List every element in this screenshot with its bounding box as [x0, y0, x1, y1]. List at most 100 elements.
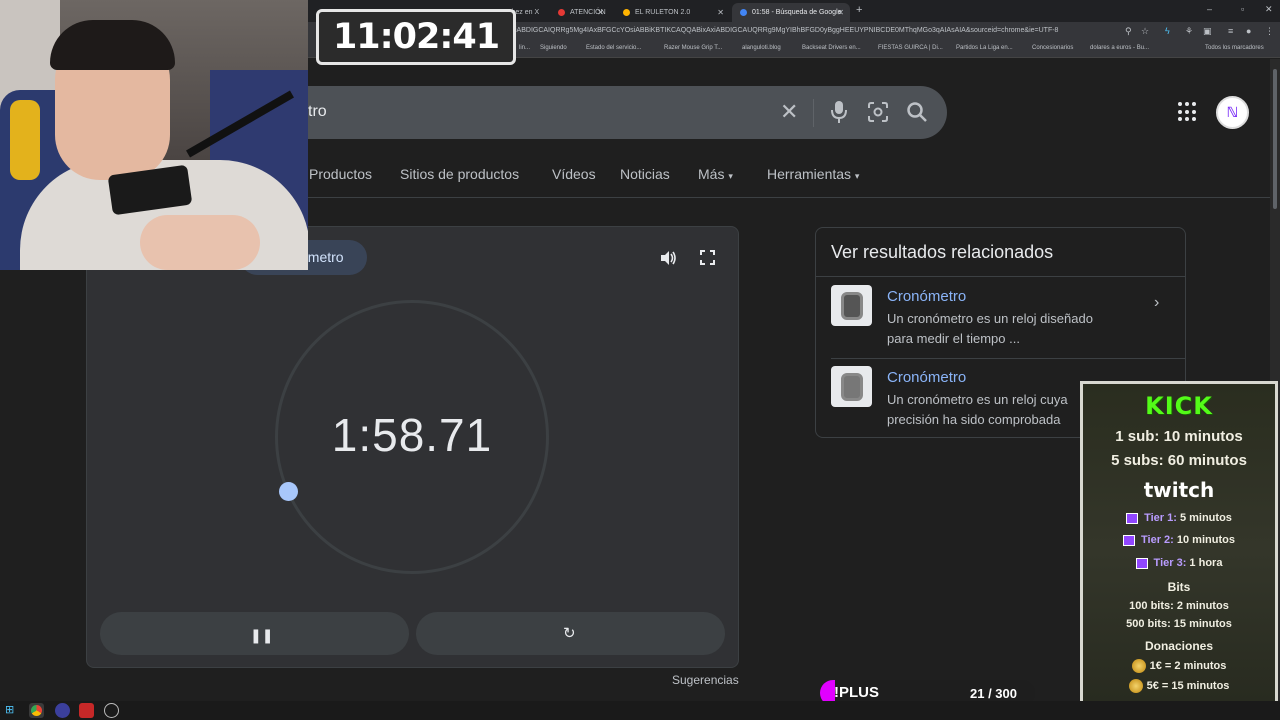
microphone-icon[interactable] [830, 101, 848, 123]
twitch-icon [1135, 557, 1148, 569]
tab-atencion[interactable]: ATENCIÓN ✕ [550, 3, 610, 22]
tab-productos[interactable]: Productos [309, 166, 372, 182]
tab-videos[interactable]: Vídeos [552, 166, 596, 182]
hand [140, 215, 260, 270]
divider [813, 99, 814, 127]
bookmark[interactable]: lin... [519, 45, 530, 51]
windows-start-icon[interactable]: ⊞ [5, 703, 20, 718]
donation-rule: 1€ = 2 minutos [1083, 659, 1275, 673]
bits-rule: 100 bits: 2 minutos [1129, 600, 1229, 612]
avatar-logo-icon: ℕ [1226, 104, 1239, 120]
extension-icon[interactable]: ⚘ [1185, 26, 1193, 37]
reset-button[interactable]: ↻ [416, 612, 725, 655]
scrollbar-thumb[interactable] [1273, 69, 1277, 209]
chevron-down-icon: ▾ [728, 171, 733, 181]
app-icon[interactable] [79, 703, 94, 718]
bookmark[interactable]: Concesionarios [1032, 45, 1073, 51]
profile-icon[interactable]: ● [1246, 26, 1251, 36]
discord-icon[interactable] [55, 703, 70, 718]
tab-mas[interactable]: Más ▾ [698, 166, 733, 182]
fullscreen-icon[interactable] [700, 250, 715, 265]
search-icon[interactable] [906, 101, 928, 123]
maximize-icon[interactable]: ▫ [1241, 4, 1244, 14]
twitch-logo: twitch [1143, 478, 1215, 502]
goal-label: !PLUS [834, 684, 879, 701]
close-icon[interactable]: ✕ [597, 8, 604, 17]
google-lens-icon[interactable] [868, 102, 888, 122]
tab-favicon-icon [558, 9, 565, 16]
chevron-right-icon[interactable]: › [1154, 294, 1159, 312]
divider [831, 358, 1186, 359]
donations-title: Donaciones [1144, 639, 1213, 653]
chrome-icon[interactable] [29, 703, 44, 718]
windows-taskbar: ⊞ [0, 701, 1280, 720]
extensions-puzzle-icon[interactable]: ▣ [1203, 26, 1212, 37]
tab-sitios-de-productos[interactable]: Sitios de productos [400, 166, 519, 182]
media-icon[interactable]: ≡ [1228, 26, 1233, 36]
url-field[interactable]: iABDIGCAIQRRg5Mg4IAxBFGCcYOsiABBiKBTIKCA… [515, 27, 1058, 34]
coin-icon [1131, 659, 1146, 673]
google-apps-icon[interactable] [1178, 102, 1198, 122]
tab-noticias[interactable]: Noticias [620, 166, 670, 182]
extension-icon[interactable]: ϟ [1165, 26, 1170, 36]
goal-count: 21 / 300 [970, 686, 1017, 701]
bookmark[interactable]: Partidos La Liga en... [956, 45, 1013, 51]
tab-herramientas[interactable]: Herramientas ▾ [767, 166, 859, 182]
pause-button[interactable]: ❚❚ [100, 612, 409, 655]
sound-icon[interactable] [659, 249, 677, 267]
tier-rule: Tier 3: 1 hora [1083, 557, 1275, 569]
kick-rule: 1 sub: 10 minutos [1115, 428, 1243, 445]
kick-logo: KICK [1145, 392, 1213, 420]
bookmark[interactable]: alanguloti.blog [742, 45, 781, 51]
clock-icon[interactable] [104, 703, 119, 718]
bookmark[interactable]: Backseat Drivers en... [802, 45, 861, 51]
close-icon[interactable]: ✕ [717, 8, 724, 17]
bookmark[interactable]: FIESTAS GUIRCA | Di... [878, 45, 943, 51]
stopwatch-progress-knob [279, 482, 298, 501]
donation-rule: 5€ = 15 minutos [1083, 679, 1275, 693]
bits-rule: 500 bits: 15 minutos [1126, 618, 1232, 630]
tier-rule: Tier 2: 10 minutos [1083, 534, 1275, 546]
account-avatar[interactable]: ℕ [1216, 96, 1249, 129]
tab-favicon-icon [623, 9, 630, 16]
twitch-icon [1123, 534, 1136, 546]
related-item-name[interactable]: Cronómetro [887, 288, 966, 305]
webcam-overlay [0, 0, 308, 270]
close-icon[interactable]: ✕ [837, 8, 844, 17]
tab-ruleton[interactable]: EL RULETON 2.0 ✕ [615, 3, 730, 22]
bookmark[interactable]: Estado del servicio... [586, 45, 641, 51]
star-icon[interactable]: ☆ [1141, 26, 1149, 37]
all-bookmarks[interactable]: Todos los marcadores [1205, 45, 1264, 51]
clear-search-icon[interactable]: ✕ [780, 99, 798, 125]
pause-icon: ❚❚ [250, 627, 274, 643]
coin-icon [1128, 679, 1143, 693]
twitch-icon [1126, 512, 1139, 524]
google-favicon-icon [740, 9, 747, 16]
menu-dots-icon[interactable]: ⋮ [1265, 26, 1274, 37]
chair-accent [10, 100, 40, 180]
bookmark[interactable]: Razer Mouse Grip T... [664, 45, 722, 51]
new-tab-button[interactable]: + [856, 4, 862, 16]
stopwatch-thumbnail[interactable] [831, 366, 872, 407]
related-item-name[interactable]: Cronómetro [887, 369, 966, 386]
window-close-icon[interactable]: ✕ [1265, 4, 1273, 15]
bookmark[interactable]: dolares a euros - Bu... [1090, 45, 1149, 51]
kick-rule: 5 subs: 60 minutos [1111, 452, 1247, 469]
tab-google-search[interactable]: 01:58 - Búsqueda de Google ✕ [732, 3, 850, 22]
hair [50, 20, 175, 70]
search-box[interactable]: tro ✕ [250, 86, 947, 139]
divider [816, 276, 1186, 277]
related-title: Ver resultados relacionados [831, 242, 1054, 262]
related-item-desc: Un cronómetro es un reloj diseñado para … [887, 311, 1093, 346]
stopwatch-thumbnail[interactable] [831, 285, 872, 326]
search-input[interactable]: tro [308, 103, 327, 121]
stopwatch-time: 1:58.71 [331, 409, 493, 461]
tier-rule: Tier 1: 5 minutos [1083, 512, 1275, 524]
stream-clock: 11:02:41 [316, 9, 516, 65]
bookmark[interactable]: Siguiendo [540, 45, 567, 51]
chevron-down-icon: ▾ [854, 171, 860, 181]
suggestions-link[interactable]: Sugerencias [672, 673, 739, 687]
bits-title: Bits [1167, 580, 1191, 594]
minimize-icon[interactable]: – [1207, 4, 1212, 14]
search-icon[interactable]: ⚲ [1125, 26, 1132, 37]
